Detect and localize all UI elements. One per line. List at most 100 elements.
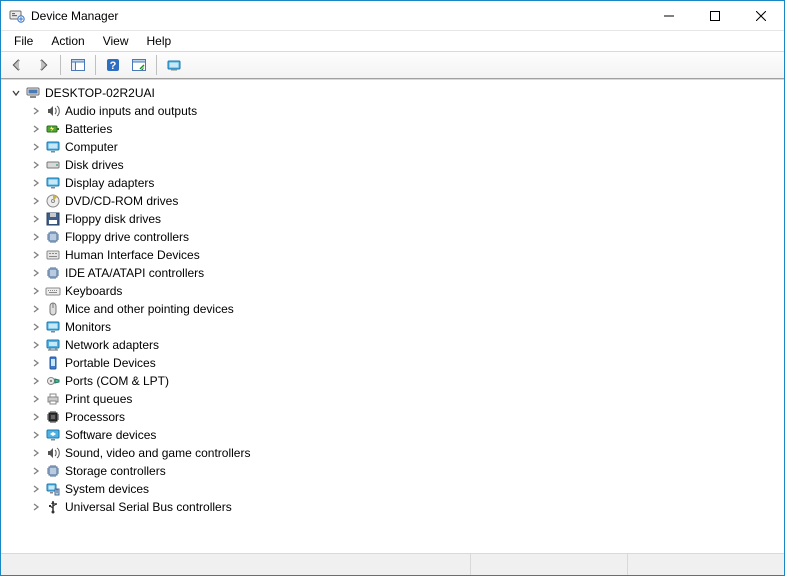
- chevron-right-icon[interactable]: [29, 482, 43, 496]
- tree-category-label: Software devices: [65, 428, 156, 442]
- chevron-right-icon[interactable]: [29, 212, 43, 226]
- tree-category[interactable]: Monitors: [7, 318, 784, 336]
- tree-category[interactable]: Display adapters: [7, 174, 784, 192]
- network-icon: [45, 337, 61, 353]
- tree-category[interactable]: Floppy drive controllers: [7, 228, 784, 246]
- tree-category[interactable]: IDE ATA/ATAPI controllers: [7, 264, 784, 282]
- tree-category-label: Floppy disk drives: [65, 212, 161, 226]
- tree-category[interactable]: Disk drives: [7, 156, 784, 174]
- chevron-right-icon[interactable]: [29, 392, 43, 406]
- tree-category-label: Human Interface Devices: [65, 248, 200, 262]
- minimize-button[interactable]: [646, 1, 692, 30]
- chevron-right-icon[interactable]: [29, 302, 43, 316]
- tree-category-label: System devices: [65, 482, 149, 496]
- chevron-right-icon[interactable]: [29, 410, 43, 424]
- printer-icon: [45, 391, 61, 407]
- back-button[interactable]: [5, 54, 29, 76]
- tree-category-label: Floppy drive controllers: [65, 230, 189, 244]
- chevron-right-icon[interactable]: [29, 248, 43, 262]
- chevron-right-icon[interactable]: [29, 230, 43, 244]
- portable-icon: [45, 355, 61, 371]
- maximize-button[interactable]: [692, 1, 738, 30]
- tree-root-label: DESKTOP-02R2UAI: [45, 86, 155, 100]
- tree-category[interactable]: Keyboards: [7, 282, 784, 300]
- chevron-right-icon[interactable]: [29, 356, 43, 370]
- tree-category[interactable]: Mice and other pointing devices: [7, 300, 784, 318]
- chevron-right-icon[interactable]: [29, 428, 43, 442]
- tree-category[interactable]: Portable Devices: [7, 354, 784, 372]
- tree-root[interactable]: DESKTOP-02R2UAI: [7, 84, 784, 102]
- tree-category-label: Network adapters: [65, 338, 159, 352]
- forward-button[interactable]: [31, 54, 55, 76]
- show-hide-tree-button[interactable]: [66, 54, 90, 76]
- tree-category[interactable]: DVD/CD-ROM drives: [7, 192, 784, 210]
- tree-category[interactable]: Storage controllers: [7, 462, 784, 480]
- chevron-right-icon[interactable]: [29, 122, 43, 136]
- menu-help[interactable]: Help: [138, 32, 181, 50]
- tree-category[interactable]: System devices: [7, 480, 784, 498]
- disk-icon: [45, 157, 61, 173]
- tree-category[interactable]: Audio inputs and outputs: [7, 102, 784, 120]
- toolbar-separator: [60, 55, 61, 75]
- tree-category[interactable]: Floppy disk drives: [7, 210, 784, 228]
- toolbar-separator: [95, 55, 96, 75]
- tree-category[interactable]: Network adapters: [7, 336, 784, 354]
- close-button[interactable]: [738, 1, 784, 30]
- status-cell: [470, 554, 627, 575]
- device-manager-window: Device Manager File Action View Help: [0, 0, 785, 576]
- chevron-right-icon[interactable]: [29, 320, 43, 334]
- device-tree[interactable]: DESKTOP-02R2UAI Audio inputs and outputs…: [1, 79, 784, 553]
- port-icon: [45, 373, 61, 389]
- titlebar: Device Manager: [1, 1, 784, 31]
- tree-category[interactable]: Computer: [7, 138, 784, 156]
- help-button[interactable]: ?: [101, 54, 125, 76]
- chevron-right-icon[interactable]: [29, 500, 43, 514]
- tree-category-label: Storage controllers: [65, 464, 166, 478]
- chevron-right-icon[interactable]: [29, 284, 43, 298]
- tree-category-label: Disk drives: [65, 158, 124, 172]
- tree-category-label: Computer: [65, 140, 118, 154]
- chevron-right-icon[interactable]: [29, 464, 43, 478]
- chevron-right-icon[interactable]: [29, 104, 43, 118]
- computer-icon: [25, 85, 41, 101]
- tree-category[interactable]: Print queues: [7, 390, 784, 408]
- scan-hardware-button[interactable]: [127, 54, 151, 76]
- chevron-right-icon[interactable]: [29, 176, 43, 190]
- tree-category[interactable]: Ports (COM & LPT): [7, 372, 784, 390]
- menu-action[interactable]: Action: [42, 32, 93, 50]
- tree-category-label: Batteries: [65, 122, 112, 136]
- tree-category[interactable]: Human Interface Devices: [7, 246, 784, 264]
- tree-category[interactable]: Processors: [7, 408, 784, 426]
- tree-category-label: Sound, video and game controllers: [65, 446, 250, 460]
- chevron-right-icon[interactable]: [29, 194, 43, 208]
- hid-icon: [45, 247, 61, 263]
- keyboard-icon: [45, 283, 61, 299]
- usb-icon: [45, 499, 61, 515]
- tree-category-label: Mice and other pointing devices: [65, 302, 234, 316]
- tree-category-label: Processors: [65, 410, 125, 424]
- tree-category[interactable]: Universal Serial Bus controllers: [7, 498, 784, 516]
- tree-category-label: Display adapters: [65, 176, 154, 190]
- chevron-right-icon[interactable]: [29, 446, 43, 460]
- tree-category[interactable]: Sound, video and game controllers: [7, 444, 784, 462]
- software-icon: [45, 427, 61, 443]
- tree-category-label: Audio inputs and outputs: [65, 104, 197, 118]
- battery-icon: [45, 121, 61, 137]
- tree-category[interactable]: Batteries: [7, 120, 784, 138]
- chevron-down-icon[interactable]: [9, 86, 23, 100]
- menu-view[interactable]: View: [94, 32, 138, 50]
- tree-category-label: DVD/CD-ROM drives: [65, 194, 178, 208]
- tree-category-label: Universal Serial Bus controllers: [65, 500, 232, 514]
- chevron-right-icon[interactable]: [29, 338, 43, 352]
- chevron-right-icon[interactable]: [29, 158, 43, 172]
- tree-category[interactable]: Software devices: [7, 426, 784, 444]
- show-hidden-devices-button[interactable]: [162, 54, 186, 76]
- menu-file[interactable]: File: [5, 32, 42, 50]
- chevron-right-icon[interactable]: [29, 140, 43, 154]
- menubar: File Action View Help: [1, 31, 784, 51]
- tree-category-label: Monitors: [65, 320, 111, 334]
- monitor-icon: [45, 319, 61, 335]
- chevron-right-icon[interactable]: [29, 266, 43, 280]
- mouse-icon: [45, 301, 61, 317]
- chevron-right-icon[interactable]: [29, 374, 43, 388]
